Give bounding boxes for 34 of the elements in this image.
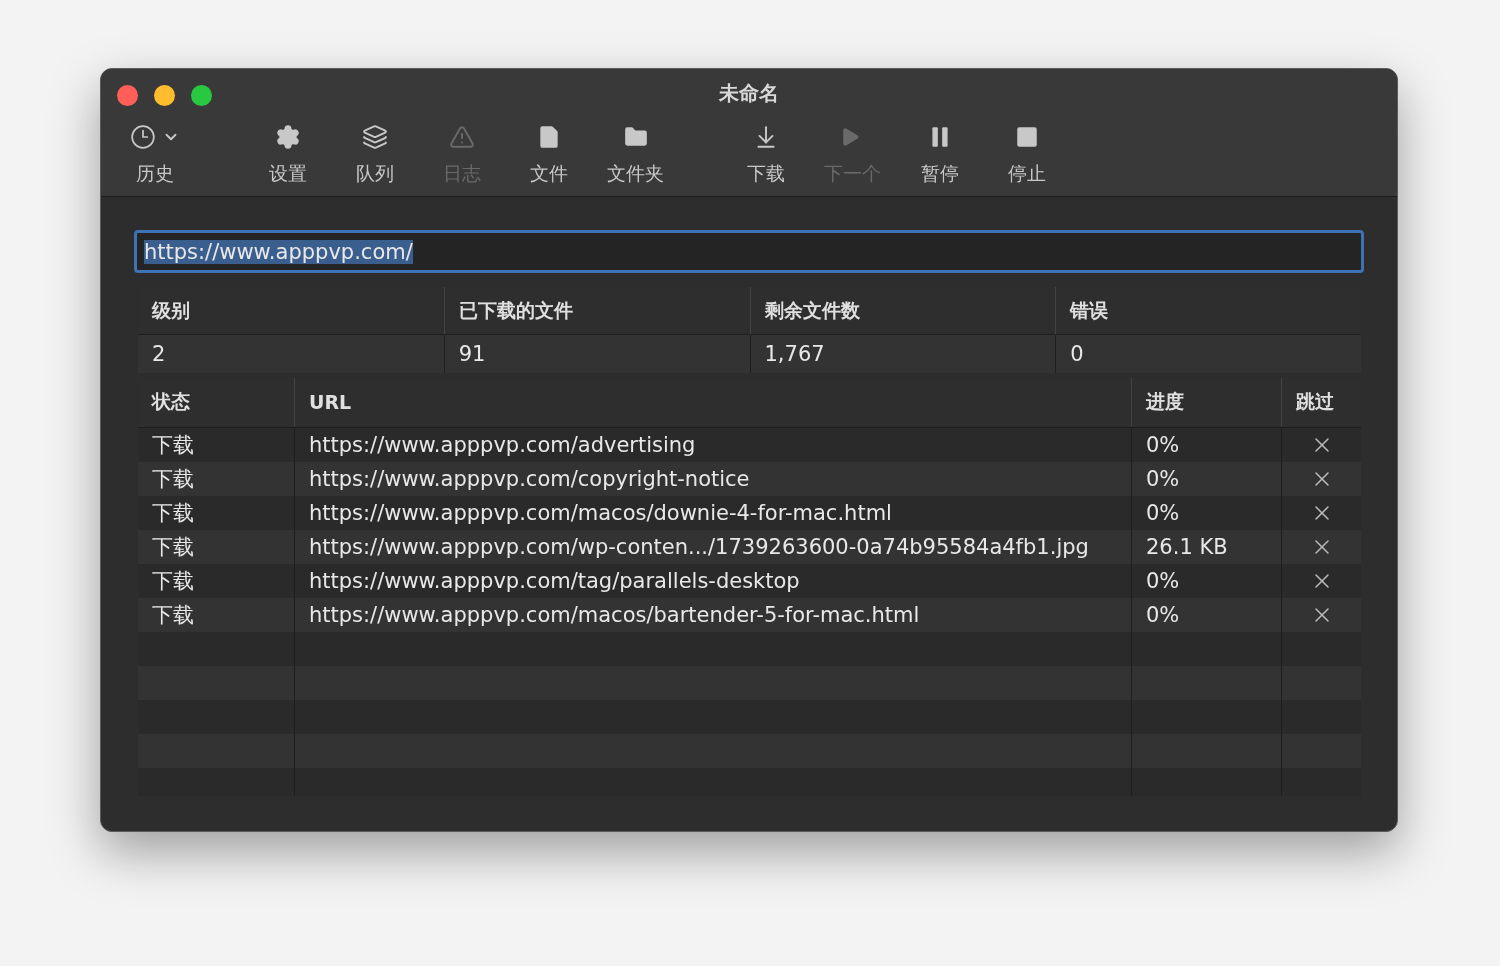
warning-icon: [448, 124, 475, 150]
gear-icon: [274, 124, 301, 150]
table-cell-text: 下载: [151, 568, 195, 595]
url-input-field[interactable]: https://www.apppvp.com/: [134, 230, 1364, 273]
toolbar-button[interactable]: 停止: [983, 117, 1070, 193]
table-cell-text: 下载: [151, 602, 195, 629]
column-header: 剩余文件数: [749, 287, 1056, 335]
minimize-button[interactable]: [154, 85, 175, 106]
toolbar-button[interactable]: 队列: [331, 117, 418, 193]
table-row[interactable]: 下载 https://www.apppvp.com/macos/bartender-5-for-mac.html 0%: [138, 598, 1361, 632]
table-cell: 91: [443, 335, 750, 373]
table-cell: 2: [138, 335, 444, 373]
column-header: 已下载的文件: [443, 287, 750, 335]
table-cell: 0: [1055, 335, 1361, 373]
clock-icon: [129, 124, 156, 150]
table-cell: 1,767: [749, 335, 1056, 373]
column-header: 错误: [1055, 287, 1361, 335]
table-cell-text: 下载: [151, 534, 195, 561]
zoom-button[interactable]: [191, 85, 212, 106]
toolbar-button[interactable]: 设置: [244, 117, 331, 193]
layers-icon: [361, 124, 388, 150]
history-button[interactable]: 历史: [111, 117, 198, 193]
toolbar-button[interactable]: 下载: [722, 117, 809, 193]
column-header: 级别: [138, 287, 444, 335]
toolbar-button[interactable]: 文件: [505, 117, 592, 193]
table-cell-text: 下载: [151, 466, 195, 493]
table-cell-text: 下载: [151, 432, 195, 459]
table-row[interactable]: 下载 https://www.apppvp.com/copyright-notice 0%: [138, 462, 1361, 496]
close-button[interactable]: [117, 85, 138, 106]
table-row[interactable]: 下载 https://www.apppvp.com/wp-conten.../1739263600-0a74b95584a4fb1.jpg 26.1 KB: [138, 530, 1361, 564]
toolbar-button[interactable]: 文件夹: [592, 117, 679, 193]
toolbar-button[interactable]: 暂停: [896, 117, 983, 193]
window-title: 未命名: [719, 79, 779, 107]
table-cell-text: 下载: [151, 500, 195, 527]
